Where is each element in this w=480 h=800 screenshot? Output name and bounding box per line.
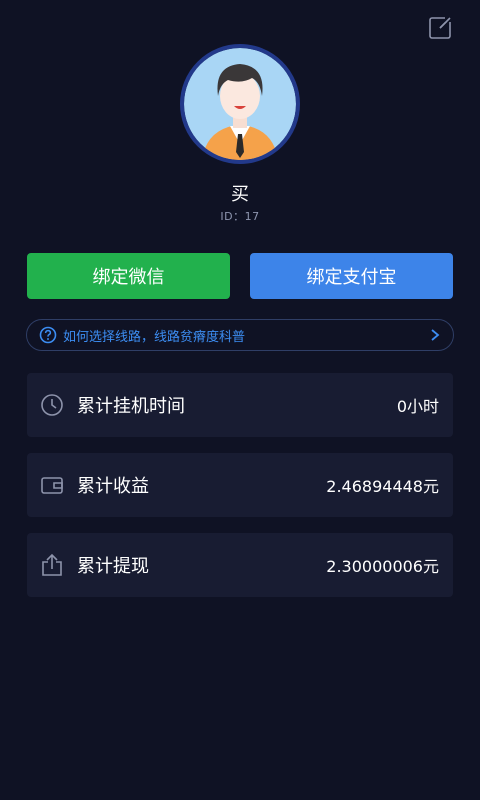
stat-row-withdrawals: 累计提现 2.30000006元 <box>27 533 453 597</box>
stat-label: 累计挂机时间 <box>77 396 185 417</box>
route-help-text: 如何选择线路，线路贫瘠度科普 <box>63 329 246 345</box>
stat-value: 0小时 <box>396 397 439 416</box>
edit-profile-button[interactable] <box>428 14 454 40</box>
share-upload-icon <box>42 553 62 576</box>
clock-icon <box>41 394 63 416</box>
route-help-link[interactable]: 如何选择线路，线路贫瘠度科普 <box>26 319 454 351</box>
avatar-illustration <box>184 48 296 160</box>
wallet-icon <box>41 477 63 494</box>
question-circle-icon <box>39 326 57 344</box>
stat-value: 2.30000006元 <box>326 557 439 576</box>
stat-label: 累计提现 <box>77 556 149 577</box>
edit-icon <box>429 14 453 39</box>
bind-alipay-button[interactable]: 绑定支付宝 <box>250 253 453 299</box>
username: 买 <box>231 184 249 205</box>
user-id: ID：17 <box>220 210 260 223</box>
avatar[interactable] <box>180 44 300 164</box>
stat-row-earnings: 累计收益 2.46894448元 <box>27 453 453 517</box>
stat-value: 2.46894448元 <box>326 477 439 496</box>
chevron-right-icon <box>431 329 440 341</box>
stat-label: 累计收益 <box>77 476 149 497</box>
bind-wechat-button[interactable]: 绑定微信 <box>27 253 230 299</box>
stat-row-online-time: 累计挂机时间 0小时 <box>27 373 453 437</box>
